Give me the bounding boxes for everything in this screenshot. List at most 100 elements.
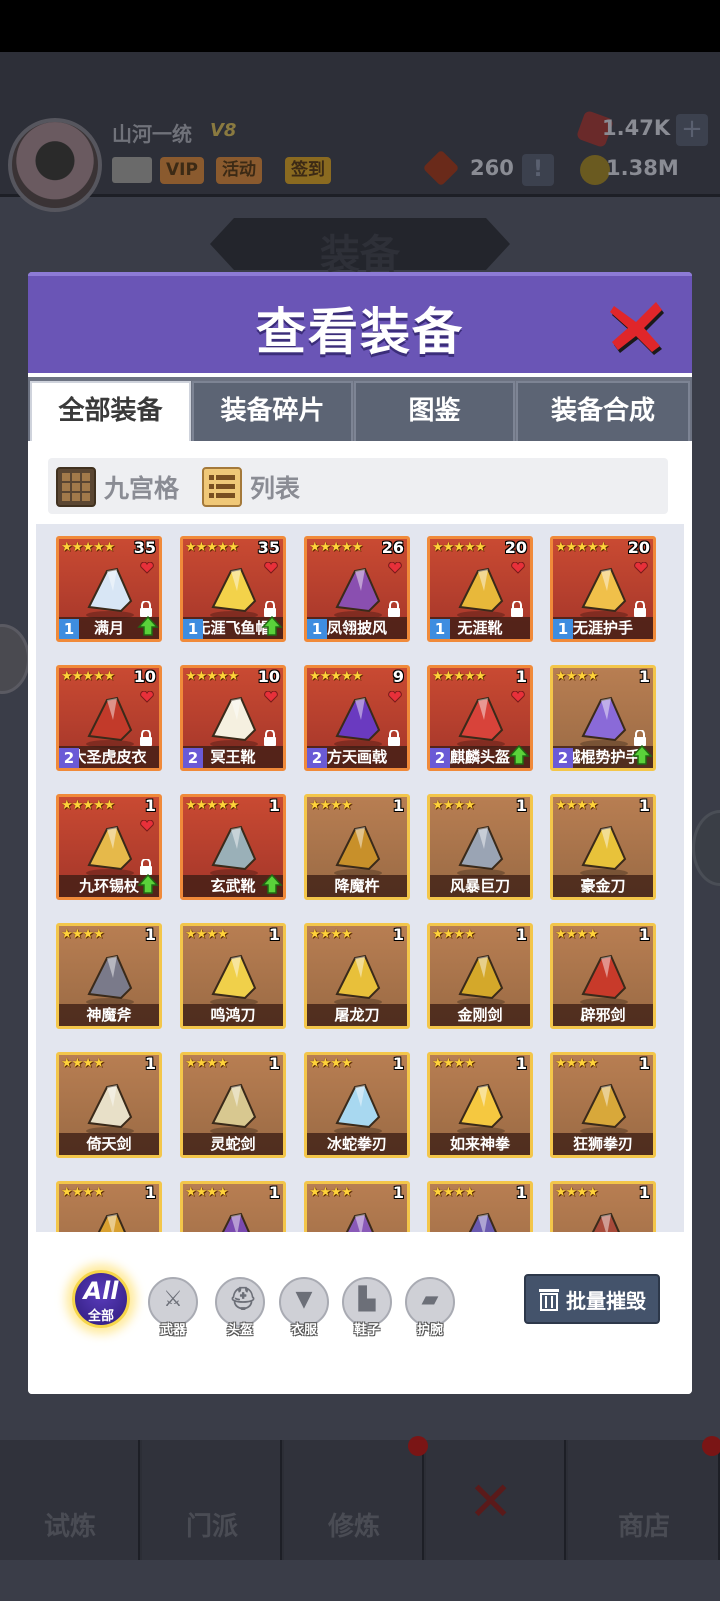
favorite-heart-icon[interactable]	[388, 688, 402, 703]
item-level-badge: 2	[553, 748, 573, 768]
mail-icon[interactable]	[112, 157, 152, 183]
filter-all-sublabel: 全部	[87, 1309, 114, 1324]
star-rating: ★★★★	[555, 798, 599, 813]
add-gems-button[interactable]: +	[676, 114, 708, 146]
equipment-item[interactable]: ★★★★★ 1 麒麟头盔 2	[427, 665, 533, 771]
item-name: 降魔杵	[334, 877, 380, 895]
equipment-item[interactable]: ★★★★ 1 金刚剑	[427, 923, 533, 1029]
equipment-item[interactable]: ★★★★ 1 冰蛇拳刃	[304, 1052, 410, 1158]
lock-icon[interactable]	[263, 729, 277, 746]
item-name: 冰蛇拳刃	[326, 1135, 387, 1153]
equipment-item[interactable]: ★★★★ 1	[427, 1181, 533, 1232]
lock-icon[interactable]	[139, 729, 153, 746]
equipment-item[interactable]: ★★★★★ 35 无涯飞鱼帽 1	[180, 536, 286, 642]
list-view-option[interactable]: 列表	[202, 466, 300, 508]
nav-close-icon: ✕	[468, 1470, 514, 1533]
vip-button[interactable]: VIP	[160, 157, 204, 184]
star-rating: ★★★★	[432, 798, 476, 813]
star-rating: ★★★★	[555, 927, 599, 942]
star-rating: ★★★★★	[61, 540, 115, 555]
equipment-item[interactable]: ★★★★ 1 狂狮拳刃	[550, 1052, 656, 1158]
upgrade-arrow-icon	[261, 873, 283, 895]
activity-button[interactable]: 活动	[216, 157, 262, 184]
equipment-item[interactable]: ★★★★★ 9 方天画戟 2	[304, 665, 410, 771]
info-button[interactable]: !	[522, 154, 554, 186]
favorite-heart-icon[interactable]	[264, 559, 278, 574]
sign-in-button[interactable]: 签到	[285, 157, 331, 184]
tab-bar: 全部装备 装备碎片 图鉴 装备合成	[28, 377, 692, 441]
favorite-heart-icon[interactable]	[140, 559, 154, 574]
list-icon	[202, 467, 242, 507]
white-boot-icon	[201, 690, 267, 750]
star-rating: ★★★★★	[185, 669, 239, 684]
favorite-heart-icon[interactable]	[140, 688, 154, 703]
star-rating: ★★★★	[185, 927, 229, 942]
tab-equipment-synthesis[interactable]: 装备合成	[516, 381, 690, 441]
equipment-item[interactable]: ★★★★ 1	[56, 1181, 162, 1232]
equipment-item[interactable]: ★★★★ 1 神魔斧	[56, 923, 162, 1029]
equipment-item[interactable]: ★★★★ 1	[550, 1181, 656, 1232]
item-level-badge: 1	[553, 619, 573, 639]
tab-all-equipment[interactable]: 全部装备	[30, 381, 191, 441]
star-rating: ★★★★★	[61, 798, 115, 813]
equipment-item[interactable]: ★★★★ 1 如来神拳	[427, 1052, 533, 1158]
avatar[interactable]	[8, 118, 102, 212]
star-rating: ★★★★	[61, 1056, 105, 1071]
favorite-heart-icon[interactable]	[388, 559, 402, 574]
equipment-item[interactable]: ★★★★ 1 灵蛇剑	[180, 1052, 286, 1158]
status-bar	[0, 0, 720, 52]
filter-bracer-label: 护腕	[416, 1323, 443, 1338]
equipment-item[interactable]: ★★★★ 1 降魔杵	[304, 794, 410, 900]
equipment-item[interactable]: ★★★★★ 20 无涯护手 1	[550, 536, 656, 642]
crossed-swords-icon: ⚔	[163, 1287, 183, 1312]
item-level-badge: 1	[307, 619, 327, 639]
equipment-item[interactable]: ★★★★★ 10 大圣虎皮衣 2	[56, 665, 162, 771]
equipment-item[interactable]: ★★★★ 1	[180, 1181, 286, 1232]
item-level-badge: 2	[430, 748, 450, 768]
tab-equipment-fragments[interactable]: 装备碎片	[192, 381, 353, 441]
close-button[interactable]	[606, 296, 666, 356]
equipment-item[interactable]: ★★★★ 1	[304, 1181, 410, 1232]
equipment-item[interactable]: ★★★★ 1 辟邪剑	[550, 923, 656, 1029]
bracer-icon	[571, 561, 637, 621]
equipment-item[interactable]: ★★★★★ 20 无涯靴 1	[427, 536, 533, 642]
lock-icon[interactable]	[387, 729, 401, 746]
equipment-item[interactable]: ★★★★ 1 豪金刀	[550, 794, 656, 900]
tab-codex[interactable]: 图鉴	[354, 381, 515, 441]
star-rating: ★★★★★	[555, 540, 609, 555]
bow-icon	[571, 1206, 637, 1232]
lock-icon[interactable]	[387, 600, 401, 617]
equipment-item[interactable]: ★★★★ 1 风暴巨刀	[427, 794, 533, 900]
bulk-destroy-button[interactable]: 批量摧毁	[524, 1274, 660, 1324]
star-rating: ★★★★	[309, 1056, 353, 1071]
item-count: 20	[627, 538, 650, 557]
star-rating: ★★★★	[555, 1056, 599, 1071]
grid-view-option[interactable]: 九宫格	[56, 466, 179, 508]
equipment-item[interactable]: ★★★★★ 1 玄武靴	[180, 794, 286, 900]
favorite-heart-icon[interactable]	[511, 559, 525, 574]
item-count: 1	[638, 1183, 650, 1202]
token-count: 260	[470, 156, 514, 180]
dragon-saber-icon	[325, 948, 391, 1008]
lock-icon[interactable]	[633, 600, 647, 617]
equipment-item[interactable]: ★★★★★ 26 凤翎披风 1	[304, 536, 410, 642]
equipment-item[interactable]: ★★★★ 1 鸣鸿刀	[180, 923, 286, 1029]
equipment-item[interactable]: ★★★★★ 1 九环锡杖	[56, 794, 162, 900]
favorite-heart-icon[interactable]	[634, 559, 648, 574]
lock-icon[interactable]	[510, 600, 524, 617]
star-rating: ★★★★★	[185, 798, 239, 813]
equipment-item[interactable]: ★★★★★ 35 满月 1	[56, 536, 162, 642]
equipment-item[interactable]: ★★★★★ 10 冥王靴 2	[180, 665, 286, 771]
filter-all-button[interactable]: All 全部	[72, 1270, 130, 1328]
favorite-heart-icon[interactable]	[511, 688, 525, 703]
star-rating: ★★★★	[555, 669, 599, 684]
nav-label-sect: 门派	[185, 1512, 238, 1542]
tiger-armor-icon	[77, 690, 143, 750]
item-count: 1	[144, 1183, 156, 1202]
favorite-heart-icon[interactable]	[264, 688, 278, 703]
star-rating: ★★★★★	[432, 540, 486, 555]
equipment-item[interactable]: ★★★★ 1 屠龙刀	[304, 923, 410, 1029]
equipment-item[interactable]: ★★★★ 1 倚天剑	[56, 1052, 162, 1158]
equipment-item[interactable]: ★★★★ 1 越棍势护手 2	[550, 665, 656, 771]
favorite-heart-icon[interactable]	[140, 817, 154, 832]
